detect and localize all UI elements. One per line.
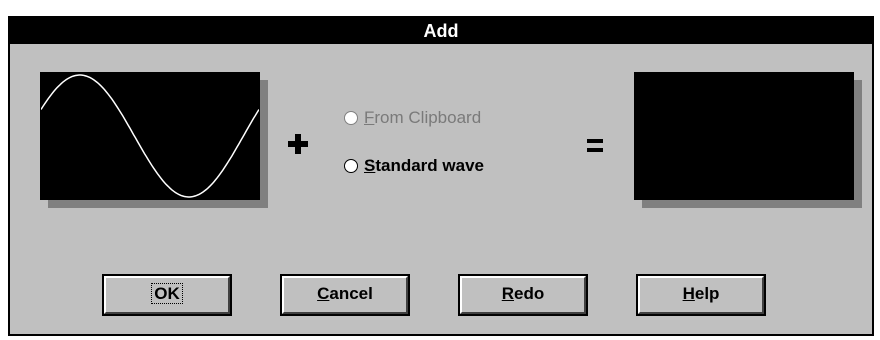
dialog-title: Add bbox=[10, 18, 872, 44]
help-button[interactable]: Help bbox=[636, 274, 766, 316]
from-clipboard-radio[interactable] bbox=[344, 111, 358, 125]
ok-label: OK bbox=[151, 283, 183, 304]
source-wave-display bbox=[40, 72, 260, 200]
sine-wave-graph bbox=[41, 74, 259, 198]
standard-wave-label: Standard wave bbox=[364, 156, 484, 175]
result-wave-display bbox=[634, 72, 854, 200]
sine-wave-line bbox=[41, 74, 259, 198]
from-clipboard-option[interactable]: From Clipboard bbox=[344, 108, 481, 128]
from-clipboard-label: From Clipboard bbox=[364, 108, 482, 127]
cancel-button[interactable]: Cancel bbox=[280, 274, 410, 316]
add-dialog: Add From Clipboard Standard wave OK Canc… bbox=[8, 16, 874, 336]
redo-button[interactable]: Redo bbox=[458, 274, 588, 316]
standard-wave-radio[interactable] bbox=[344, 159, 358, 173]
ok-button[interactable]: OK bbox=[102, 274, 232, 316]
standard-wave-option[interactable]: Standard wave bbox=[344, 156, 484, 176]
